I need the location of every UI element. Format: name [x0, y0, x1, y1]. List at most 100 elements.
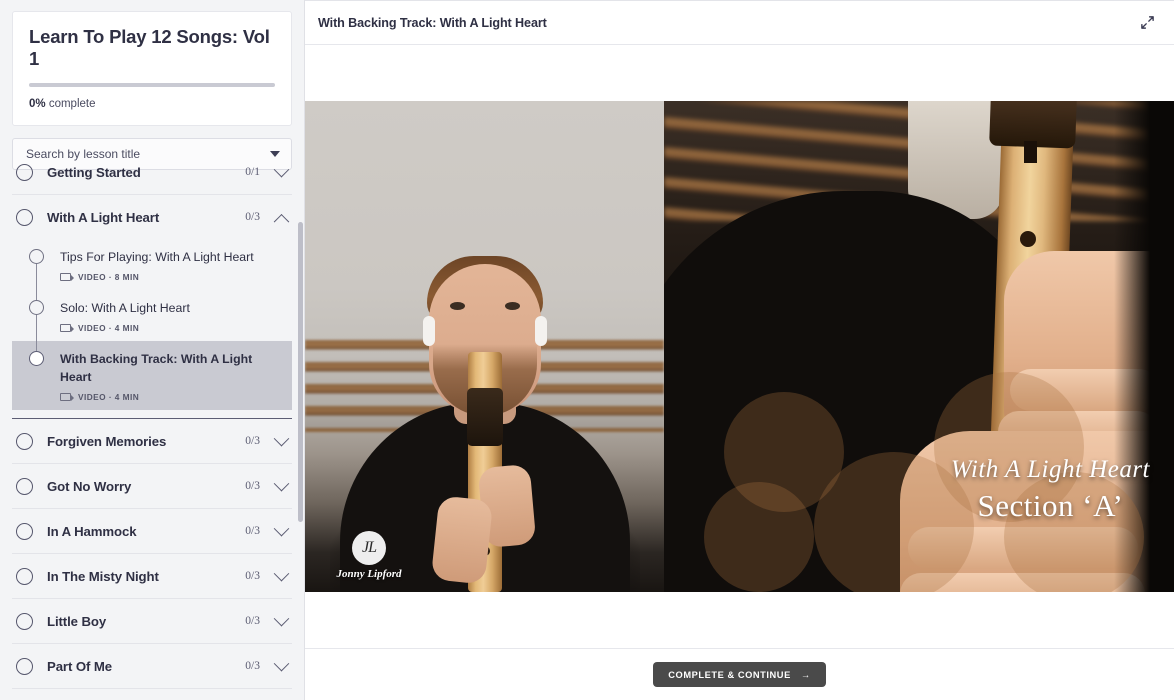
lesson-connector-line [36, 315, 38, 351]
lesson-title: Solo: With A Light Heart [60, 301, 190, 315]
lesson-meta-text: VIDEO · 4 MIN [78, 323, 140, 333]
chevron-down-icon[interactable] [273, 475, 290, 491]
progress-label: 0% complete [29, 98, 275, 110]
section-header[interactable]: In A Hammock 0/3 [12, 509, 292, 553]
sidebar-scrollbar[interactable] [298, 156, 303, 698]
course-section: With A Light Heart 0/3 Tips For Playing: W… [12, 195, 292, 419]
section-status-circle [16, 522, 33, 540]
course-section: In The Misty Night 0/3 [12, 554, 292, 599]
video-pane-wide-shot: JL Jonny Lipford [305, 101, 664, 592]
chevron-down-icon[interactable] [273, 161, 290, 177]
section-title: Getting Started [47, 164, 141, 180]
course-progress-card: Learn To Play 12 Songs: Vol 1 0% complet… [12, 11, 292, 126]
section-header[interactable]: Water Drops0/3 [12, 689, 292, 700]
course-section: Little Boy 0/3 [12, 599, 292, 644]
lesson-title: Tips For Playing: With A Light Heart [60, 250, 254, 264]
scene-flute-block [466, 388, 503, 446]
bokeh-circle [704, 482, 814, 592]
arrow-right-icon: → [800, 669, 811, 680]
chevron-up-icon[interactable] [273, 213, 290, 230]
course-title: Learn To Play 12 Songs: Vol 1 [29, 26, 270, 69]
lesson-status-circle [29, 249, 44, 264]
video-stage: JL Jonny Lipford With A Light Heart Sect… [305, 45, 1174, 648]
lesson-title-header: With Backing Track: With A Light Heart [318, 15, 547, 30]
chevron-down-icon[interactable] [273, 610, 290, 626]
lesson-item-active[interactable]: With Backing Track: With A Light Heart VI… [12, 341, 292, 410]
lesson-list[interactable]: Getting Started 0/1 With A Light Heart 0/3 T… [0, 150, 304, 700]
section-title: Little Boy [47, 613, 107, 629]
section-title: With A Light Heart [47, 209, 160, 225]
section-progress-count: 0/3 [245, 570, 260, 582]
complete-and-continue-button[interactable]: COMPLETE & CONTINUE → [653, 662, 826, 687]
lesson-meta: VIDEO · 8 MIN [60, 272, 280, 282]
section-header[interactable]: Part Of Me 0/3 [12, 644, 292, 688]
progress-percent: 0% [29, 97, 46, 110]
video-camera-icon [60, 393, 74, 401]
course-section: Water Drops0/3 [12, 689, 292, 700]
scene-closeup-flute-notch [1024, 141, 1037, 163]
lesson-item[interactable]: Solo: With A Light Heart VIDEO · 4 MIN [12, 290, 292, 351]
expand-diagonal-icon[interactable] [1134, 10, 1160, 36]
section-progress-count: 0/3 [245, 660, 260, 672]
section-progress-count: 0/3 [245, 480, 260, 492]
progress-complete-word: complete [48, 97, 96, 110]
course-section: Forgiven Memories 0/3 [12, 419, 292, 464]
watermark-monogram: JL [352, 531, 386, 565]
chevron-down-icon[interactable] [273, 430, 290, 446]
section-header[interactable]: Got No Worry 0/3 [12, 464, 292, 508]
section-header[interactable]: Getting Started 0/1 [12, 150, 292, 194]
section-header[interactable]: With A Light Heart 0/3 [12, 195, 292, 239]
scene-earbud-left [422, 316, 435, 346]
section-header[interactable]: Little Boy 0/3 [12, 599, 292, 643]
overlay-song-title: With A Light Heart [950, 456, 1150, 483]
video-player[interactable]: JL Jonny Lipford With A Light Heart Sect… [305, 101, 1174, 592]
lesson-connector-line [36, 264, 38, 300]
section-status-circle [16, 432, 33, 450]
section-title: Got No Worry [47, 478, 132, 494]
video-camera-icon [60, 273, 74, 281]
lesson-meta: VIDEO · 4 MIN [60, 323, 280, 333]
course-player: Learn To Play 12 Songs: Vol 1 0% complet… [0, 0, 1174, 700]
watermark: JL Jonny Lipford [331, 531, 407, 580]
lesson-footer: COMPLETE & CONTINUE → [305, 648, 1174, 700]
scene-earbud-right [534, 316, 547, 346]
lesson-item[interactable]: Tips For Playing: With A Light Heart VIDE… [12, 239, 292, 300]
lesson-status [28, 248, 45, 300]
scene-hand-lower [430, 495, 493, 585]
expand-diagonal-glyph [1140, 16, 1154, 29]
section-header[interactable]: In The Misty Night 0/3 [12, 554, 292, 598]
section-title: Part Of Me [47, 658, 112, 674]
section-progress-count: 0/3 [245, 615, 260, 627]
lesson-title: With Backing Track: With A Light Heart [60, 352, 253, 384]
lesson-status-circle [29, 351, 44, 366]
lesson-body: Solo: With A Light Heart VIDEO · 4 MIN [60, 299, 280, 333]
section-header[interactable]: Forgiven Memories 0/3 [12, 419, 292, 463]
section-title: Forgiven Memories [47, 433, 167, 449]
section-status-circle [16, 163, 33, 181]
lesson-header: With Backing Track: With A Light Heart [305, 1, 1174, 45]
sidebar-scrollbar-thumb[interactable] [298, 222, 303, 522]
lesson-body: With Backing Track: With A Light Heart VI… [60, 350, 280, 402]
course-sidebar: Learn To Play 12 Songs: Vol 1 0% complet… [0, 0, 305, 700]
chevron-down-icon[interactable] [273, 520, 290, 536]
chevron-down-icon[interactable] [273, 655, 290, 671]
section-status-circle [16, 567, 33, 585]
scene-eye-left [449, 302, 465, 310]
section-title: In A Hammock [47, 523, 137, 539]
lesson-body: Tips For Playing: With A Light Heart VIDE… [60, 248, 280, 282]
section-progress-count: 0/1 [245, 166, 260, 178]
section-lessons: Tips For Playing: With A Light Heart VIDE… [12, 239, 292, 418]
video-overlay-text: With A Light Heart Section ‘A’ [951, 456, 1150, 524]
lesson-meta: VIDEO · 4 MIN [60, 392, 280, 402]
watermark-name: Jonny Lipford [336, 568, 402, 580]
lesson-status [28, 299, 45, 351]
section-progress-count: 0/3 [245, 211, 260, 223]
lesson-status-circle [29, 300, 44, 315]
chevron-down-icon[interactable] [273, 565, 290, 581]
section-title: In The Misty Night [47, 568, 159, 584]
cta-label: COMPLETE & CONTINUE [668, 669, 791, 680]
lesson-meta-text: VIDEO · 4 MIN [78, 392, 140, 402]
lesson-meta-text: VIDEO · 8 MIN [78, 272, 140, 282]
section-progress-count: 0/3 [245, 435, 260, 447]
section-status-circle [16, 612, 33, 630]
